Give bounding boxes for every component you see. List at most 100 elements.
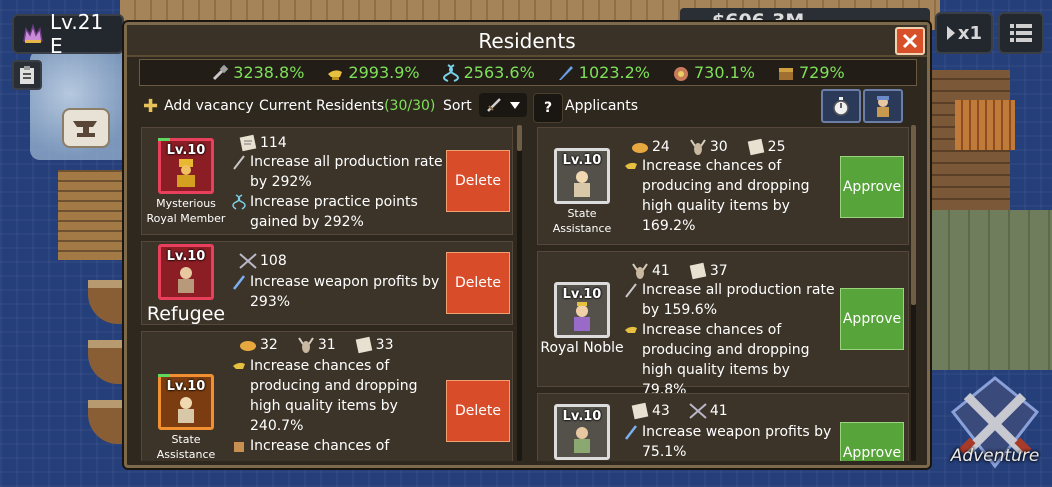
current-residents-count: (30/30) [384,98,436,114]
effect-text: Increase chances of producing and droppi… [250,358,418,434]
requirement-value: 43 [652,403,670,419]
requirement: 24 [630,138,670,156]
requirements: 32 31 33 [238,336,393,354]
applicants-scrollbar[interactable] [911,125,916,461]
scroll-icon [355,336,372,354]
approve-button[interactable]: Approve [840,422,904,461]
quest-clipboard-button[interactable] [12,60,42,90]
add-vacancy-label: Add vacancy [164,98,254,114]
help-button[interactable]: ? [533,93,563,123]
applicant-effect: Increase chances of producing and droppi… [625,156,836,236]
villager-sprite-icon [574,427,590,453]
clipboard-icon [20,66,34,84]
close-icon [902,33,918,49]
requirement: 31 [296,336,336,354]
goat-icon [297,337,314,353]
sort-label: Sort [443,98,472,114]
level-label: Lv.10 [166,379,206,394]
add-vacancy-button[interactable]: ✚ Add vacancy [143,91,254,121]
lamp-icon [328,69,343,80]
resident-name: State Assistance [156,433,216,461]
requirement-value: 114 [260,135,287,151]
play-icon [946,26,955,40]
residents-scrollbar[interactable] [517,125,522,461]
scroll-icon [689,262,707,280]
applicants-list[interactable]: Lv.10 State Assistance 24 30 25 Increase… [537,125,915,461]
requirements: 43 41 [630,402,728,420]
requirement-value: 33 [375,337,394,353]
scroll-icon [631,402,649,420]
dagger-icon [233,275,245,290]
portrait-frame: Lv.10 [554,404,610,460]
stat-production: 3238.8% [211,63,304,82]
scrollbar-thumb[interactable] [517,125,522,151]
stat-value: 3238.8% [233,63,305,82]
resident-card: Lv.10 State Assistance 32 31 33 Increase… [141,331,513,461]
stat-value: 1023.2% [578,63,650,82]
recruiter-button[interactable] [863,89,903,123]
requirements: 114 [238,134,287,152]
hammer-icon [213,64,229,80]
production-stats-bar: 3238.8% 2993.9% 2563.6% 1023.2% 730.1% 7… [139,59,917,86]
applicant-portrait[interactable]: Lv.10 Royal Noble [538,282,626,356]
hp-bar [158,138,170,141]
game-speed-text: x1 [957,22,983,44]
effect-text: Increase chances of producing and droppi… [642,322,810,398]
effect-text: Increase weapon profits by 75.1% [642,424,832,460]
requirement: 25 [746,138,785,156]
stat-value: 730.1% [693,63,755,82]
applicant-card: Lv.10 State Assistance 24 30 25 Increase… [537,127,909,245]
delete-button[interactable]: Delete [446,252,510,314]
requirement: 32 [238,336,278,354]
sort-dropdown[interactable] [479,93,527,117]
anvil-speech-bubble[interactable] [62,108,110,148]
portrait-frame: Lv.10 [554,282,610,338]
resident-portrait[interactable]: Lv.10 State Assistance [142,374,230,461]
close-button[interactable] [895,27,925,55]
game-speed-button[interactable]: x1 [935,12,993,54]
stat-value: 2993.9% [348,63,420,82]
applicant-portrait[interactable]: Lv.10 [542,404,622,460]
effect-text: Increase chances of producing and droppi… [642,158,810,234]
approve-button[interactable]: Approve [840,156,904,218]
lamp-icon [233,362,245,369]
requirements: 108 [238,252,287,270]
resident-portrait[interactable]: Lv.10 Mysterious Royal Member [146,138,226,226]
adventure-label: Adventure [950,446,1040,466]
delete-button[interactable]: Delete [446,150,510,212]
sword-icon [487,98,501,112]
applicant-effect: Increase chances of producing and droppi… [625,320,836,400]
scrollbar-thumb[interactable] [911,125,916,305]
portrait-frame: Lv.10 [554,148,610,204]
level-label: Lv.10 [562,287,602,302]
portrait-frame: Lv.10 [158,244,214,300]
requirement: 43 [630,402,670,420]
portrait-frame: Lv.10 [158,138,214,194]
wooden-dock [58,170,124,260]
refresh-timer-button[interactable] [821,89,861,123]
player-level-text: Lv.21 E [49,10,104,58]
lamp-icon [625,162,637,169]
resident-portrait[interactable]: Lv.10 Refugee [146,244,226,325]
requirement-value: 41 [652,263,670,279]
anvil-icon [73,121,97,137]
stat-weapon: 1023.2% [557,63,650,82]
applicant-effect: Increase weapon profits by 75.1% [625,422,836,461]
requirement-value: 30 [709,139,728,155]
player-level-badge[interactable]: Lv.21 E [12,10,124,58]
applicant-name: State Assistance [552,207,612,235]
applicant-portrait[interactable]: Lv.10 State Assistance [542,148,622,236]
plaza [930,210,1052,370]
stat-value: 729% [799,63,845,82]
delete-button[interactable]: Delete [446,380,510,442]
approve-button[interactable]: Approve [840,288,904,350]
main-menu-button[interactable] [998,12,1044,54]
assistant-sprite-icon [574,171,590,197]
portrait-frame: Lv.10 [158,374,214,430]
current-residents-list[interactable]: Lv.10 Mysterious Royal Member 114 Increa… [141,125,519,461]
adventure-button[interactable]: Adventure [945,372,1045,480]
goat-icon [689,139,706,155]
resident-effect: Increase practice points gained by 292% [232,192,445,232]
applicants-label: Applicants [565,98,639,114]
resident-card: Lv.10 Refugee 108 Increase weapon profit… [141,241,513,325]
